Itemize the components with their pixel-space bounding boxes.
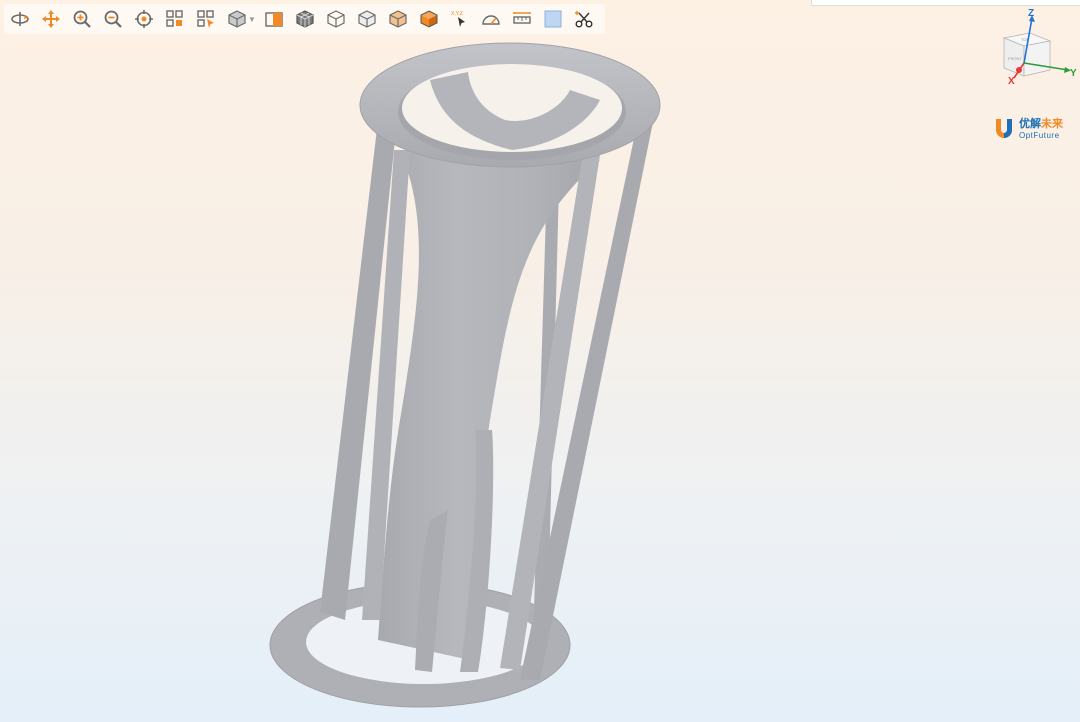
wireframe-cube-icon [326, 10, 345, 28]
optfuture-logo: 优解未来 OptFuture [993, 115, 1079, 143]
clip-tool-button[interactable] [571, 6, 597, 32]
pan-icon [41, 10, 60, 28]
box-select-cursor-icon [196, 10, 214, 28]
central-funnel [378, 150, 600, 660]
3d-viewport[interactable] [0, 0, 1080, 722]
box-select-button[interactable] [162, 6, 188, 32]
fit-view-button[interactable] [131, 6, 157, 32]
solid-cube-icon [420, 10, 437, 28]
ruler-icon [512, 12, 531, 24]
pan-button[interactable] [38, 6, 64, 32]
shaded-cube-icon [388, 10, 407, 28]
distance-measure-button[interactable] [509, 6, 535, 32]
cube-icon [227, 10, 246, 28]
solid-view-button[interactable] [416, 6, 442, 32]
background-color-button[interactable] [540, 6, 566, 32]
color-swatch-icon [544, 10, 561, 28]
box-select-cursor-button[interactable] [193, 6, 219, 32]
logo-chinese-name: 优解未来 [1019, 117, 1063, 130]
hidden-line-cube-icon [357, 10, 376, 28]
mesh-cube-icon [295, 10, 314, 28]
rotate-button[interactable] [7, 6, 33, 32]
scissors-icon [574, 11, 592, 28]
shaded-view-button[interactable] [385, 6, 411, 32]
rotate-icon [10, 12, 29, 26]
view-cube-button[interactable] [224, 6, 250, 32]
orientation-axes-widget[interactable]: TOP FRONT Z Y X [990, 8, 1080, 88]
logo-english-name: OptFuture [1019, 130, 1060, 140]
section-view-button[interactable] [261, 6, 287, 32]
mesh-view-button[interactable] [292, 6, 318, 32]
angle-measure-button[interactable] [478, 6, 504, 32]
z-axis-label: Z [1028, 8, 1034, 19]
coordinate-cursor-icon: X,Y,Z [451, 11, 465, 27]
y-axis-label: Y [1070, 68, 1077, 79]
protractor-icon [481, 15, 500, 25]
logo-cn-orange: 未来 [1041, 117, 1063, 130]
viewer-toolbar: ▼ X,Y,Z [4, 4, 605, 34]
box-select-icon [165, 10, 183, 27]
zoom-in-button[interactable] [69, 6, 95, 32]
zoom-in-icon [73, 10, 91, 28]
wireframe-view-button[interactable] [323, 6, 349, 32]
coordinate-pick-button[interactable]: X,Y,Z [447, 6, 473, 32]
hidden-line-view-button[interactable] [354, 6, 380, 32]
target-icon [134, 10, 153, 28]
zoom-out-button[interactable] [100, 6, 126, 32]
lattice-model [269, 42, 661, 708]
viewcube-front-label: FRONT [1008, 56, 1022, 61]
view-cube[interactable]: TOP FRONT [1002, 32, 1052, 77]
coordinate-label: X,Y,Z [451, 11, 463, 17]
zoom-out-icon [104, 10, 122, 28]
view-cube-dropdown-caret[interactable]: ▼ [248, 6, 256, 32]
logo-cn-blue: 优解 [1019, 117, 1041, 130]
axis-origin [1016, 67, 1022, 73]
x-axis-label: X [1008, 76, 1015, 87]
section-icon [264, 12, 283, 27]
brand-u-icon [996, 119, 1012, 138]
